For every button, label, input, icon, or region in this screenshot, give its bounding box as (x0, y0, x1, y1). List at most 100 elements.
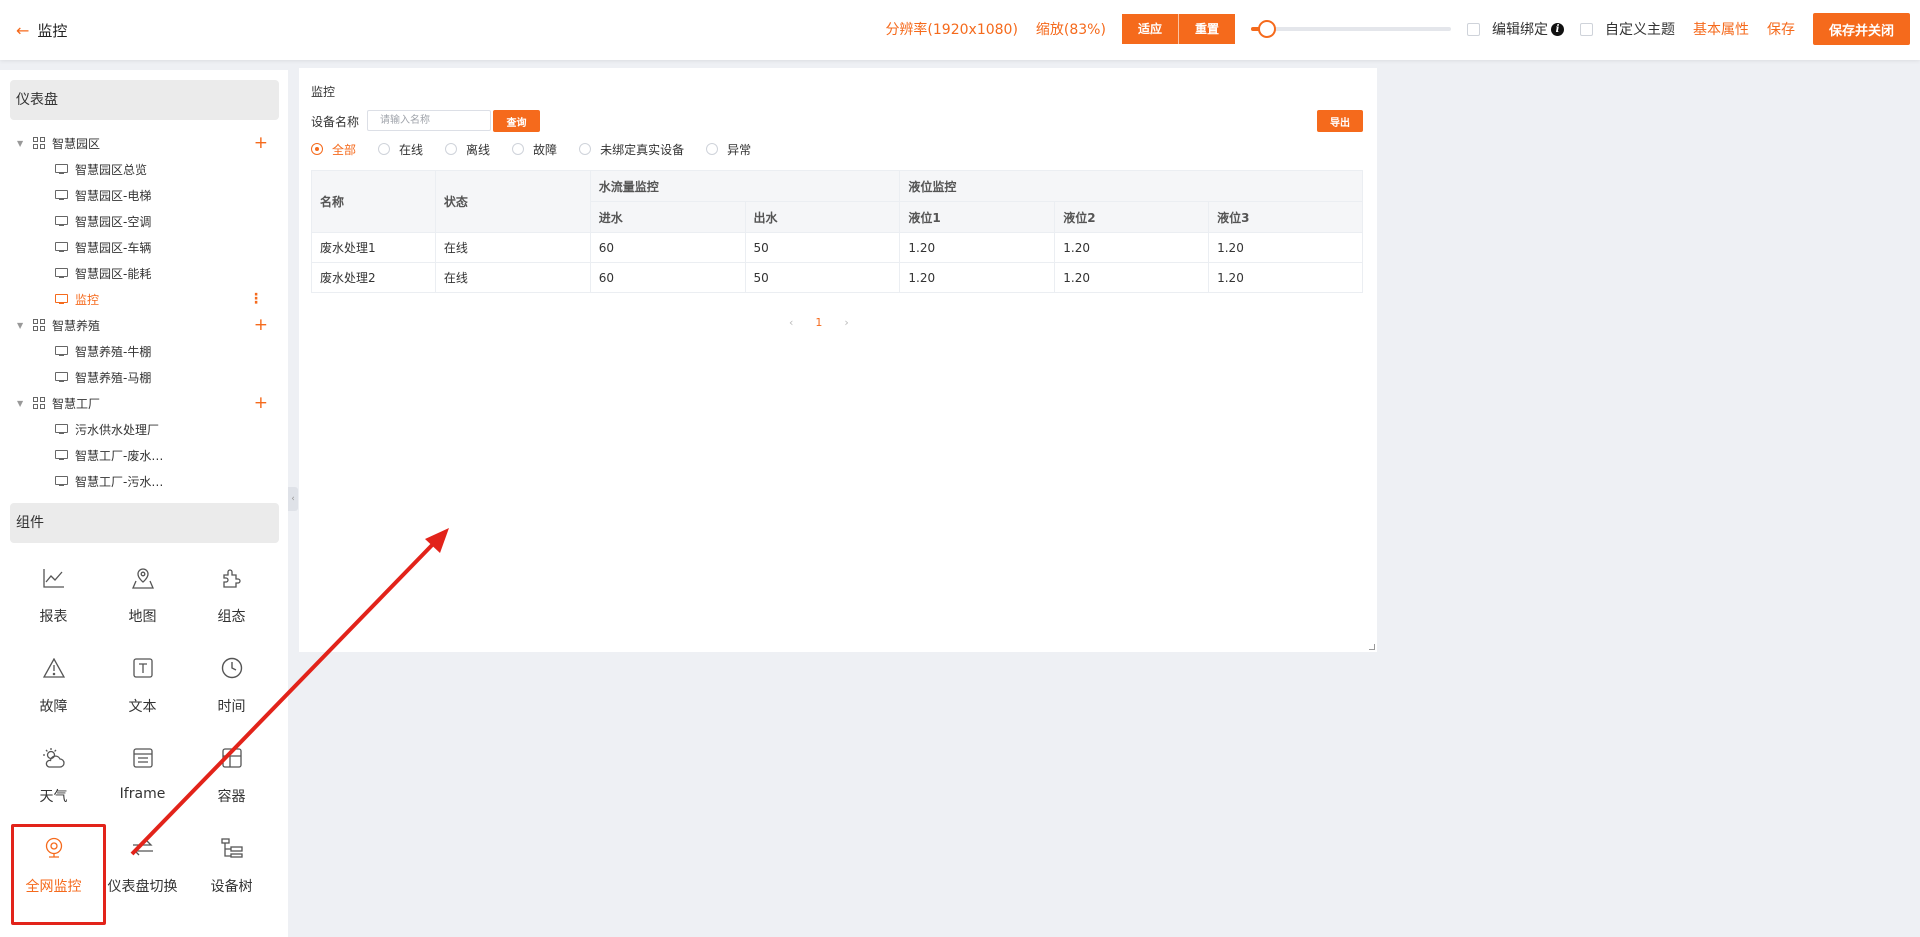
query-button[interactable]: 查询 (493, 110, 540, 132)
switch-icon (131, 836, 155, 860)
basic-props-link[interactable]: 基本属性 (1693, 19, 1749, 39)
zoom-slider[interactable] (1250, 19, 1451, 39)
device-name-input[interactable]: 请输入名称 (367, 110, 491, 131)
sidebar-collapse-handle[interactable]: ‹ (288, 487, 298, 511)
chart-line-icon (42, 566, 66, 590)
filter-abnormal[interactable]: 异常 (706, 141, 751, 158)
tree-item[interactable]: 智慧养殖-牛棚 (0, 338, 288, 364)
caret-down-icon[interactable]: ▼ (17, 321, 27, 330)
tree-item[interactable]: 智慧工厂-污水… (0, 468, 288, 494)
cell-level1: 1.20 (899, 262, 1056, 293)
reset-button[interactable]: 重置 (1177, 14, 1235, 44)
component-device-tree[interactable]: 设备树 (187, 822, 276, 912)
warning-icon (42, 656, 66, 680)
dashboard-canvas[interactable]: 监控 设备名称 请输入名称 查询 导出 全部 在线 离线 故障 未绑定真实设备 … (299, 68, 1377, 652)
resolution-label: 分辨率(1920x1080) (885, 22, 1018, 38)
col-header-name: 名称 (311, 170, 436, 233)
info-icon[interactable]: i (1550, 22, 1564, 36)
device-name-link[interactable]: 废水处理1 (311, 232, 436, 263)
device-name-link[interactable]: 废水处理2 (311, 262, 436, 293)
custom-theme-checkbox[interactable]: 自定义主题 (1579, 19, 1675, 39)
filter-all[interactable]: 全部 (311, 141, 356, 158)
tree-item[interactable]: 智慧园区-车辆 (0, 234, 288, 260)
component-label: 组态 (217, 609, 246, 625)
edit-binding-checkbox[interactable]: 编辑绑定 i (1466, 19, 1564, 39)
cell-outflow: 50 (744, 262, 901, 293)
dashboard-group-icon (33, 136, 46, 150)
tree-label: 智慧园区-电梯 (75, 188, 152, 203)
tree-label: 智慧养殖-牛棚 (75, 344, 152, 359)
radio-dot[interactable] (378, 143, 391, 155)
component-text[interactable]: 文本 (98, 642, 187, 732)
tree-item[interactable]: 智慧园区总览 (0, 156, 288, 182)
resize-handle-icon[interactable] (1369, 644, 1375, 650)
component-report[interactable]: 报表 (9, 552, 98, 642)
filter-fault[interactable]: 故障 (512, 141, 557, 158)
tree-label: 智慧园区-空调 (75, 214, 152, 229)
tree-group-smart-park[interactable]: ▼ 智慧园区 + (0, 130, 288, 156)
monitor-icon (55, 267, 68, 279)
filter-unbound[interactable]: 未绑定真实设备 (579, 141, 684, 158)
radio-dot[interactable] (445, 143, 458, 155)
cell-inflow: 60 (589, 232, 746, 263)
save-link[interactable]: 保存 (1767, 19, 1795, 39)
component-map[interactable]: 地图 (98, 552, 187, 642)
zoom-slider-track (1250, 27, 1451, 31)
tree-item[interactable]: 智慧园区-空调 (0, 208, 288, 234)
device-table: 名称 状态 水流量监控 液位监控 进水 出水 液位1 液位2 液位3 废水处理1… (311, 170, 1363, 293)
tree-item-active[interactable]: 监控 ⋮ (0, 286, 288, 312)
component-iframe[interactable]: Iframe (98, 732, 187, 822)
tree-item[interactable]: 污水供水处理厂 (0, 416, 288, 442)
add-icon[interactable]: + (254, 394, 268, 412)
component-weather[interactable]: 天气 (9, 732, 98, 822)
widget-title: 监控 (311, 85, 336, 99)
radio-label: 在线 (399, 142, 424, 157)
caret-down-icon[interactable]: ▼ (17, 139, 27, 148)
back-button[interactable]: ← 监控 (16, 20, 67, 41)
custom-theme-box[interactable] (1579, 22, 1593, 36)
tree-label: 智慧工厂-污水… (75, 474, 164, 489)
more-vertical-icon[interactable]: ⋮ (249, 292, 263, 306)
component-config[interactable]: 组态 (187, 552, 276, 642)
col-header-status: 状态 (434, 170, 591, 233)
tree-item[interactable]: 智慧园区-能耗 (0, 260, 288, 286)
component-label: 容器 (217, 789, 246, 805)
next-page-icon[interactable]: › (844, 316, 848, 329)
cell-outflow: 50 (744, 232, 901, 263)
radio-dot[interactable] (311, 143, 323, 155)
tree-item[interactable]: 智慧养殖-马棚 (0, 364, 288, 390)
tree-group-smart-factory[interactable]: ▼ 智慧工厂 + (0, 390, 288, 416)
export-button[interactable]: 导出 (1317, 110, 1363, 132)
puzzle-icon (220, 566, 244, 590)
monitor-icon (55, 215, 68, 227)
add-icon[interactable]: + (254, 316, 268, 334)
radio-dot[interactable] (706, 143, 719, 155)
edit-binding-box[interactable] (1466, 22, 1480, 36)
tree-group-smart-farming[interactable]: ▼ 智慧养殖 + (0, 312, 288, 338)
fit-button[interactable]: 适应 (1121, 14, 1178, 44)
tree-item[interactable]: 智慧工厂-废水… (0, 442, 288, 468)
radio-label: 异常 (727, 142, 752, 157)
component-dashboard-switch[interactable]: 仪表盘切换 (98, 822, 187, 912)
tree-item[interactable]: 智慧园区-电梯 (0, 182, 288, 208)
filter-offline[interactable]: 离线 (445, 141, 490, 158)
filter-online[interactable]: 在线 (378, 141, 423, 158)
cell-level2: 1.20 (1054, 262, 1210, 293)
radio-dot[interactable] (579, 143, 592, 155)
prev-page-icon[interactable]: ‹ (789, 316, 793, 329)
radio-dot[interactable] (512, 143, 525, 155)
monitor-icon (55, 241, 68, 253)
component-container[interactable]: 容器 (187, 732, 276, 822)
component-fault[interactable]: 故障 (9, 642, 98, 732)
save-close-button[interactable]: 保存并关闭 (1812, 13, 1910, 45)
zoom-slider-knob[interactable] (1257, 20, 1276, 38)
device-name-label: 设备名称 (311, 115, 360, 129)
caret-down-icon[interactable]: ▼ (17, 399, 27, 408)
fit-reset-group: 适应 重置 (1121, 14, 1235, 44)
monitor-icon (55, 293, 68, 305)
component-time[interactable]: 时间 (187, 642, 276, 732)
page-number-current[interactable]: 1 (815, 316, 822, 329)
selection-highlight-box (11, 824, 106, 925)
add-icon[interactable]: + (254, 134, 268, 152)
sidebar: 仪表盘 ▼ 智慧园区 + 智慧园区总览 智慧园区-电梯 智慧园区-空调 智慧园区… (0, 70, 288, 937)
